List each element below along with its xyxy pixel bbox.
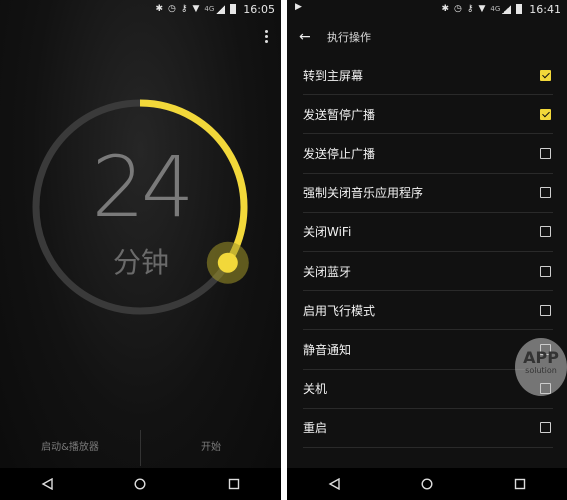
alarm-icon: ◷ [454,3,462,14]
home-icon[interactable] [134,478,146,490]
checkbox-checked[interactable] [540,69,551,81]
navigation-bar [287,468,567,500]
timer-unit: 分钟 [112,246,169,279]
action-item[interactable]: 启用飞行模式 [303,291,553,331]
action-label: 发送停止广播 [303,146,376,161]
app-bar: ← 执行操作 [287,18,567,56]
start-button[interactable]: 开始 [141,428,281,468]
actions-screen: ▶ ✱ ◷ ⚷ ▼ 4G 16:41 ← 执行操作 转到主屏幕发送暂停广播 发送停… [287,0,567,500]
action-item[interactable]: 重启 [303,409,553,448]
recents-icon[interactable] [228,478,240,490]
action-list: 转到主屏幕发送暂停广播 发送停止广播强制关闭音乐应用程序 关闭WiFi 关闭蓝牙启用飞… [303,56,553,448]
bluetooth-icon: ✱ [441,3,450,14]
recents-icon[interactable] [514,478,526,490]
action-label: 静音通知 [303,342,352,357]
start-player-button[interactable]: 启动&播放器 [0,428,140,468]
action-label: 发送暂停广播 [303,107,376,122]
timer-value: 24 [91,138,195,236]
action-label: 强制关闭音乐应用程序 [303,186,424,201]
key-icon: ⚷ [466,3,474,14]
network-type: 4G [490,5,501,13]
status-time: 16:41 [529,2,561,16]
wifi-icon: ▼ [478,3,486,14]
page-title: 执行操作 [327,31,371,44]
watermark-badge: APP solution [515,338,567,396]
home-icon[interactable] [421,478,433,490]
watermark-top: APP [523,348,559,367]
checkbox-unchecked[interactable] [540,422,551,434]
watermark-bottom: solution [525,366,557,375]
signal-icon [502,4,512,14]
checkbox-unchecked[interactable] [540,187,551,199]
timer-buttons: 启动&播放器 开始 [0,428,281,468]
checkbox-unchecked[interactable] [540,147,551,159]
action-item[interactable]: 关闭蓝牙 [303,252,553,292]
timer-screen: ✱ ◷ ⚷ ▼ 4G 16:05 24 分钟 启动&播放器 开始 [0,0,281,500]
dial-handle[interactable] [217,252,238,273]
back-arrow-icon[interactable]: ← [287,29,317,45]
action-label: 关闭蓝牙 [303,264,352,279]
back-icon[interactable] [41,478,53,490]
action-item[interactable]: 发送停止广播 [303,134,553,174]
checkbox-unchecked[interactable] [540,265,551,277]
action-label: 关机 [303,382,328,397]
action-label: 转到主屏幕 [303,68,364,83]
action-item[interactable]: 转到主屏幕 [303,56,553,96]
checkbox-unchecked[interactable] [540,304,551,316]
action-item[interactable]: 强制关闭音乐应用程序 [303,174,553,213]
action-item[interactable]: 关闭WiFi [303,213,553,252]
action-label: 关闭WiFi [303,225,352,240]
checkbox-checked[interactable] [540,108,551,120]
action-label: 重启 [303,421,328,436]
navigation-bar [0,468,281,500]
battery-icon [516,4,523,14]
play-icon: ▶ [295,2,302,12]
action-item[interactable]: 发送暂停广播 [303,95,553,135]
checkbox-unchecked[interactable] [540,226,551,238]
status-bar: ▶ ✱ ◷ ⚷ ▼ 4G 16:41 [287,0,567,18]
action-label: 启用飞行模式 [303,303,376,318]
back-icon[interactable] [328,478,340,490]
